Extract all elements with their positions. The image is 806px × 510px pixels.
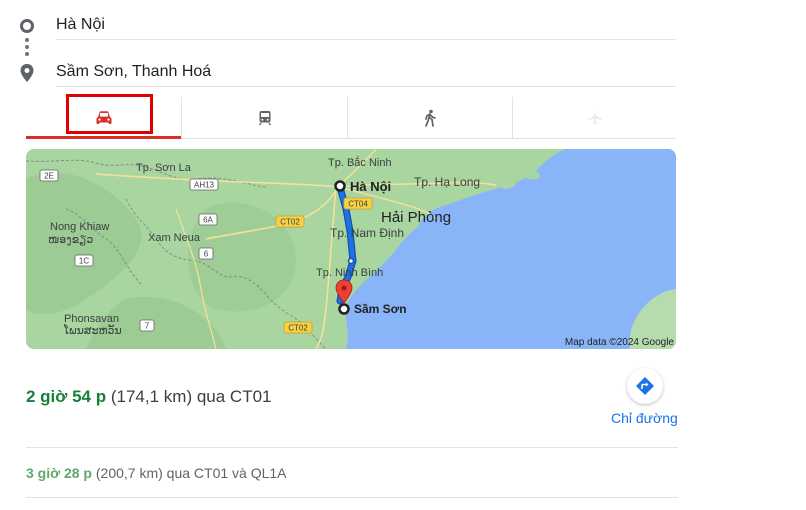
map-label-nong-khiaw-lao: ໜອງຂຽວ [48,234,93,246]
tab-flight[interactable] [512,97,676,138]
origin-underline [56,39,676,40]
route-map[interactable]: 2E AH13 CT04 CT02 6A 6 1C 7 CT02 Tp. Sơn… [26,149,676,349]
road-shield-1C: 1C [74,254,94,267]
directions-icon [636,377,654,395]
map-route-waypoint [347,257,355,265]
map-label-hai-phong: Hải Phòng [381,209,451,226]
plane-icon [587,111,602,125]
travel-mode-tabs [26,94,676,139]
tab-transit[interactable] [181,97,347,138]
route-divider [26,447,678,448]
svg-text:CT02: CT02 [280,218,300,227]
map-label-bac-ninh: Tp. Bắc Ninh [328,156,392,169]
route-dots-icon [25,38,29,58]
svg-text:7: 7 [145,322,150,331]
tab-driving[interactable] [26,94,181,139]
route-inputs: Hà Nội Sầm Sơn, Thanh Hoá [0,0,806,92]
road-shield-7: 7 [139,319,155,332]
road-shield-CT04: CT04 [343,197,373,210]
directions-button[interactable] [627,368,663,404]
alternate-route-details: (200,7 km) qua CT01 và QL1A [95,465,287,481]
tab-walking[interactable] [347,97,512,138]
map-label-phonsavan: Phonsavan [64,313,119,325]
alternate-route-duration: 3 giờ 28 p [26,465,92,481]
walking-icon [425,109,436,127]
map-label-sam-son: Sầm Sơn [354,302,407,316]
primary-route-details: (174,1 km) qua CT01 [110,387,272,406]
road-shield-6A: 6A [198,213,218,226]
destination-underline [56,86,676,87]
road-shield-6: 6 [198,247,214,260]
road-shield-2E: 2E [39,169,59,182]
svg-text:1C: 1C [79,257,89,266]
svg-text:CT04: CT04 [348,200,368,209]
map-label-phonsavan-lao: ໂພນສະຫວັນ [63,323,122,337]
map-origin-marker[interactable] [334,180,346,192]
road-shield-CT02-top: CT02 [275,215,305,228]
map-label-ha-long: Tp. Hạ Long [414,175,480,189]
svg-text:6: 6 [204,250,209,259]
primary-route[interactable]: 2 giờ 54 p (174,1 km) qua CT01 [26,387,272,407]
route-divider-bottom [26,497,678,498]
svg-text:6A: 6A [203,216,213,225]
train-icon [258,110,271,125]
svg-text:CT02: CT02 [288,324,308,333]
directions-label[interactable]: Chỉ đường [611,410,678,426]
origin-circle-icon [20,19,34,33]
map-label-ninh-binh: Tp. Ninh Bình [316,267,383,279]
svg-text:2E: 2E [44,172,54,181]
alternate-route[interactable]: 3 giờ 28 p (200,7 km) qua CT01 và QL1A [26,465,287,481]
selected-mode-highlight [66,94,153,134]
primary-route-duration: 2 giờ 54 p [26,387,107,406]
map-label-nong-khiaw: Nong Khiaw [50,221,109,233]
road-shield-AH13: AH13 [189,178,219,191]
svg-text:AH13: AH13 [194,181,215,190]
destination-input[interactable]: Sầm Sơn, Thanh Hoá [56,63,211,81]
selected-tab-indicator [26,136,181,139]
road-shield-CT02-bottom: CT02 [283,321,313,334]
origin-input[interactable]: Hà Nội [56,16,105,34]
destination-pin-icon [20,64,34,82]
map-label-xam-neua: Xam Neua [148,232,201,244]
map-attribution: Map data ©2024 Google [565,337,675,348]
map-destination-marker[interactable] [338,303,350,315]
map-label-nam-dinh: Tp. Nam Định [330,226,404,240]
map-label-ha-noi: Hà Nội [350,179,391,194]
map-label-son-la: Tp. Sơn La [136,162,192,174]
